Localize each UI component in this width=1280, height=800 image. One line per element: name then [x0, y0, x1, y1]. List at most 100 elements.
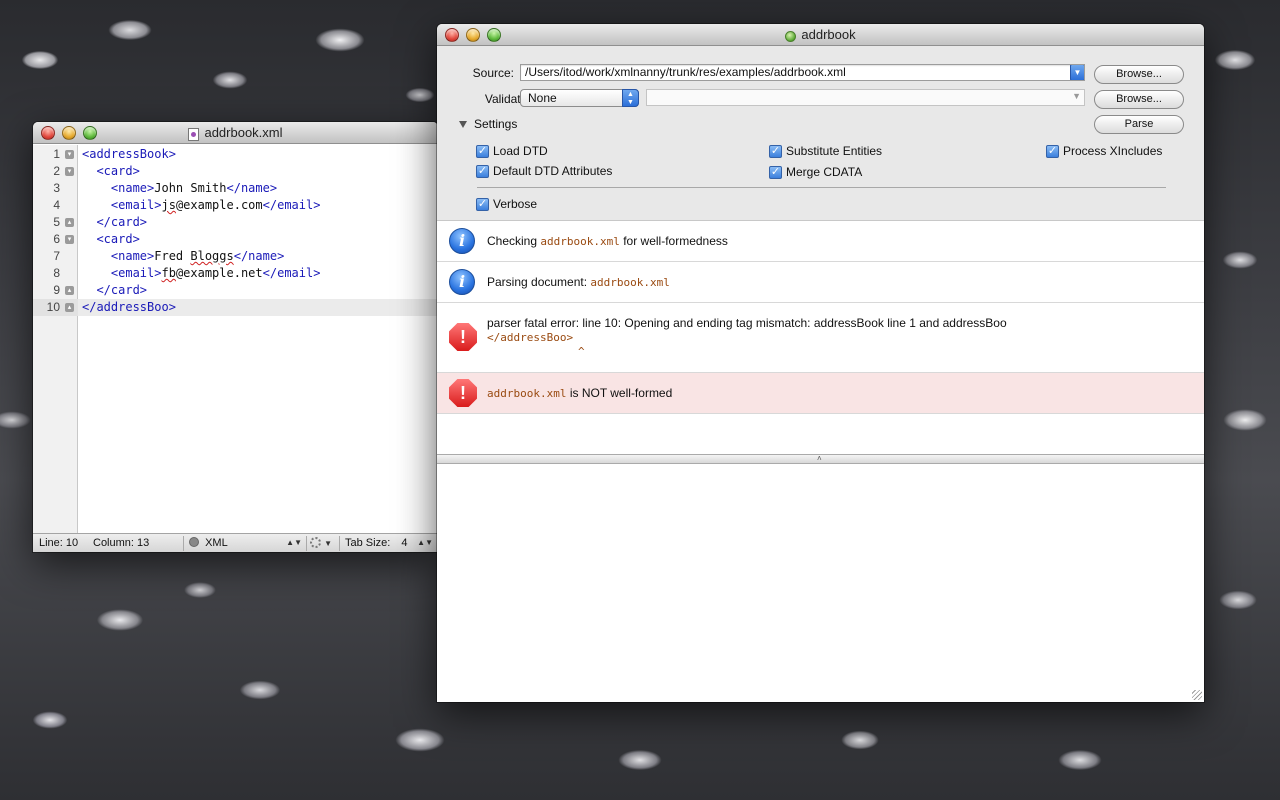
line-label: Line:	[39, 537, 63, 549]
code-line-text: <addressBook>	[82, 146, 176, 163]
message-text: parser fatal error: line 10: Opening and…	[487, 316, 1007, 330]
text-token: Bloggs	[190, 249, 234, 263]
list-item[interactable]: i Checking addrbook.xml for well-formedn…	[437, 221, 1204, 262]
disclosure-triangle-icon[interactable]	[459, 121, 467, 128]
fold-toggle-icon[interactable]: ▴	[65, 286, 74, 295]
zoom-button[interactable]	[83, 126, 97, 140]
source-combo[interactable]: /Users/itod/work/xmlnanny/trunk/res/exam…	[520, 64, 1085, 81]
line-number: 8	[33, 265, 78, 282]
xml-tag-token: </card>	[82, 215, 148, 229]
code-line-text: <email>js@example.com</email>	[82, 197, 321, 214]
code-line-text: <email>fb@example.net</email>	[82, 265, 321, 282]
code-editor[interactable]: 1 ▾ 2 ▾ 3 4 5 ▴ 6 ▾ 7 8 9 ▴ 10 ▴ <addressBook> <card> <…	[33, 145, 438, 533]
checkmark-icon: ✓	[769, 144, 782, 158]
syntax-popup[interactable]: XML ▲▼	[189, 534, 304, 552]
code-line[interactable]: <name>John Smith</name>	[78, 180, 438, 197]
line-number: 10 ▴	[33, 299, 78, 316]
xml-tag-token: </email>	[262, 266, 321, 280]
chevron-down-icon: ▼	[1072, 91, 1081, 101]
xml-tag-token: </addressBoo>	[82, 300, 176, 314]
code-line[interactable]: </card>	[78, 282, 438, 299]
message-text: addrbook.xml is NOT well-formed	[487, 386, 673, 400]
line-indicator: Line: 10	[39, 534, 78, 552]
code-area[interactable]: <addressBook> <card> <name>John Smith</n…	[78, 145, 438, 533]
checkmark-icon: ✓	[476, 197, 489, 211]
code-line[interactable]: <card>	[78, 163, 438, 180]
chevron-down-icon[interactable]: ▼	[1070, 65, 1084, 80]
minimize-button[interactable]	[466, 28, 480, 42]
validation-popup[interactable]: None ▲ ▼	[520, 89, 639, 107]
text-token: js	[161, 198, 176, 212]
substitute-entities-checkbox[interactable]: ✓ Substitute Entities	[769, 144, 882, 158]
xml-tag-token: <card>	[82, 164, 140, 178]
message-text: Checking addrbook.xml for well-formednes…	[487, 234, 728, 248]
line-number-text: 1	[53, 147, 60, 161]
browse-schema-button[interactable]: Browse...	[1094, 90, 1184, 109]
xml-tag-token: </name>	[226, 181, 278, 195]
action-gear-menu[interactable]: ▼	[310, 534, 332, 552]
error-icon: !	[449, 379, 477, 407]
source-value: /Users/itod/work/xmlnanny/trunk/res/exam…	[525, 65, 846, 79]
code-line[interactable]: </card>	[78, 214, 438, 231]
fold-toggle-icon[interactable]: ▴	[65, 218, 74, 227]
line-number: 6 ▾	[33, 231, 78, 248]
settings-panel: Source: /Users/itod/work/xmlnanny/trunk/…	[437, 47, 1204, 243]
code-line[interactable]: <email>js@example.com</email>	[78, 197, 438, 214]
code-line[interactable]: <name>Fred Bloggs</name>	[78, 248, 438, 265]
load-dtd-checkbox[interactable]: ✓ Load DTD	[476, 144, 548, 158]
code-line[interactable]: <card>	[78, 231, 438, 248]
error-icon: !	[449, 323, 477, 351]
close-button[interactable]	[445, 28, 459, 42]
text-token: fb	[161, 266, 176, 280]
fold-toggle-icon[interactable]: ▾	[65, 150, 74, 159]
split-view-divider[interactable]: ˄	[437, 454, 1204, 464]
app-icon	[785, 30, 797, 42]
close-button[interactable]	[41, 126, 55, 140]
fold-toggle-icon[interactable]: ▴	[65, 303, 74, 312]
detail-pane[interactable]	[437, 464, 1204, 702]
code-line[interactable]: <addressBook>	[78, 146, 438, 163]
code-line-text: </addressBoo>	[82, 299, 176, 316]
process-xincludes-checkbox[interactable]: ✓ Process XIncludes	[1046, 144, 1162, 158]
text-token: @example.com	[175, 198, 263, 212]
error-caret: ^	[578, 345, 585, 358]
line-number: 1 ▾	[33, 146, 78, 163]
minimize-button[interactable]	[62, 126, 76, 140]
zoom-button[interactable]	[487, 28, 501, 42]
default-dtd-attributes-checkbox[interactable]: ✓ Default DTD Attributes	[476, 164, 612, 178]
nanny-titlebar[interactable]: addrbook	[437, 24, 1204, 46]
fold-toggle-icon[interactable]: ▾	[65, 235, 74, 244]
resize-grip-icon[interactable]	[1192, 690, 1202, 700]
list-item[interactable]: i Parsing document: addrbook.xml	[437, 262, 1204, 303]
tab-size-popup[interactable]: Tab Size: 4 ▲▼	[345, 534, 433, 552]
verbose-checkbox[interactable]: ✓ Verbose	[476, 197, 537, 211]
schema-combo: ▼	[646, 89, 1085, 106]
text-token: John Smith	[154, 181, 227, 195]
browse-source-button[interactable]: Browse...	[1094, 65, 1184, 84]
merge-cdata-label: Merge CDATA	[786, 165, 863, 179]
code-line-text: <name>John Smith</name>	[82, 180, 277, 197]
list-item[interactable]: ! addrbook.xml is NOT well-formed	[437, 373, 1204, 414]
settings-label[interactable]: Settings	[474, 117, 517, 131]
checkmark-icon: ✓	[1046, 144, 1059, 158]
results-list[interactable]: i Checking addrbook.xml for well-formedn…	[437, 220, 1204, 455]
fold-toggle-icon[interactable]: ▾	[65, 167, 74, 176]
merge-cdata-checkbox[interactable]: ✓ Merge CDATA	[769, 165, 862, 179]
editor-window: addrbook.xml 1 ▾ 2 ▾ 3 4 5 ▴ 6 ▾ 7 8 9 ▴ 10 ▴ <addressB…	[33, 122, 438, 552]
parse-button[interactable]: Parse	[1094, 115, 1184, 134]
code-line[interactable]: <email>fb@example.net</email>	[78, 265, 438, 282]
column-value: 13	[137, 537, 150, 549]
code-line[interactable]: </addressBoo>	[78, 299, 438, 316]
line-number-text: 3	[53, 181, 60, 195]
editor-titlebar[interactable]: addrbook.xml	[33, 122, 438, 144]
line-number-text: 9	[53, 283, 60, 297]
error-code-snippet: </addressBoo>	[487, 331, 574, 344]
gear-icon	[310, 537, 321, 548]
xml-tag-token: <email>	[82, 266, 162, 280]
info-icon: i	[449, 269, 475, 295]
code-line-text: <name>Fred Bloggs</name>	[82, 248, 284, 265]
xml-tag-token: <card>	[82, 232, 140, 246]
list-item[interactable]: ! parser fatal error: line 10: Opening a…	[437, 303, 1204, 373]
xml-tag-token: </email>	[262, 198, 321, 212]
nanny-window-title: addrbook	[801, 27, 856, 42]
